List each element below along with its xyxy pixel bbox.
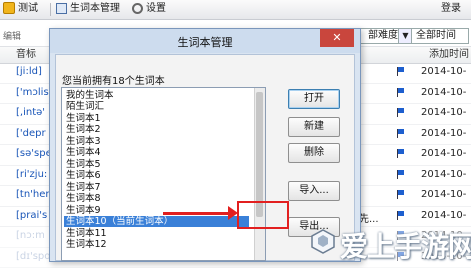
list-item[interactable]: 生词本2 [64, 124, 249, 135]
flag-icon[interactable] [397, 108, 404, 117]
scrollbar-thumb[interactable] [256, 92, 263, 217]
wordbook-list[interactable]: 我的生词本 陌生词汇 生词本1 生词本2 生词本3 生词本4 生词本5 生词本6… [61, 87, 266, 261]
wordbook-count-text: 您当前拥有18个生词本 [62, 72, 165, 87]
phonetic-cell: ['depr [16, 128, 46, 139]
list-item[interactable]: 生词本12 [64, 239, 249, 250]
difficulty-value: 部难度 [368, 29, 398, 43]
date-cell: 2014-10- [421, 66, 466, 77]
wordbook-manage-label: 生词本管理 [70, 3, 120, 14]
delete-button[interactable]: 删除 [288, 143, 340, 163]
list-scrollbar[interactable] [254, 88, 265, 260]
date-cell: 2014-10- [421, 107, 466, 118]
annotation-arrow-line [163, 212, 233, 215]
phonetic-cell: [tn'her [16, 189, 50, 200]
list-item[interactable]: 生词本4 [64, 147, 249, 158]
phonetic-cell: [prai's [16, 210, 47, 221]
dialog-titlebar[interactable]: 生词本管理 ✕ [50, 29, 360, 53]
list-item[interactable]: 生词本3 [64, 136, 249, 147]
top-toolbar: 测试 生词本管理 设置 登录 [0, 0, 471, 20]
phonetic-cell: [,intə' [16, 107, 45, 118]
list-item[interactable]: 生词本8 [64, 193, 249, 204]
list-item[interactable]: 生词本1 [64, 113, 249, 124]
flag-icon[interactable] [397, 149, 404, 158]
date-cell: 2014-10- [421, 169, 466, 180]
list-item[interactable]: 生词本6 [64, 170, 249, 181]
list-item[interactable]: 生词本7 [64, 182, 249, 193]
date-cell: 2014-10- [421, 128, 466, 139]
flag-icon[interactable] [397, 170, 404, 179]
toolbar-divider [50, 3, 51, 16]
list-item[interactable]: 陌生词汇 [64, 101, 249, 112]
flag-icon[interactable] [397, 129, 404, 138]
dialog-title: 生词本管理 [50, 34, 360, 50]
export-highlight-box [237, 201, 289, 229]
date-cell: 2014-10- [421, 148, 466, 159]
date-cell: 2014-10- [421, 210, 466, 221]
login-link[interactable]: 登录 [441, 2, 461, 16]
flag-icon[interactable] [397, 67, 404, 76]
wordbook-icon [56, 3, 67, 14]
watermark-text: 爱上手游网 [340, 225, 471, 265]
column-header-phonetic[interactable]: 音标 [16, 48, 36, 62]
list-item-selected[interactable]: 生词本10（当前生词本） [64, 216, 249, 227]
watermark: 爱上手游网 [308, 222, 471, 260]
time-select[interactable]: 全部时间 [411, 28, 469, 44]
phonetic-cell: ['mɔlis [16, 87, 49, 98]
flag-icon[interactable] [397, 88, 404, 97]
close-button[interactable]: ✕ [320, 29, 354, 47]
test-tool[interactable]: 测试 [3, 2, 38, 16]
settings-tool[interactable]: 设置 [132, 2, 166, 16]
list-item[interactable]: 生词本5 [64, 159, 249, 170]
phonetic-cell: [ri'zju: [16, 169, 47, 180]
column-header-added-time[interactable]: 添加时间 [429, 48, 469, 62]
test-icon [3, 2, 15, 14]
import-button[interactable]: 导入... [288, 181, 340, 201]
chevron-down-icon[interactable]: ▼ [398, 29, 412, 43]
settings-label: 设置 [146, 3, 166, 14]
flag-icon[interactable] [397, 211, 404, 220]
test-label: 测试 [18, 3, 38, 14]
watermark-logo-icon [310, 228, 336, 254]
date-cell: 2014-10- [421, 87, 466, 98]
phonetic-cell: [nɔ:m [16, 230, 45, 241]
gear-icon [132, 3, 143, 14]
date-cell: 2014-10- [421, 189, 466, 200]
open-button[interactable]: 打开 [288, 89, 340, 109]
list-item[interactable]: 生词本11 [64, 228, 249, 239]
phonetic-cell: [ji:ld] [16, 66, 42, 77]
new-button[interactable]: 新建 [288, 117, 340, 137]
wordbook-manage-tool[interactable]: 生词本管理 [56, 2, 120, 16]
phonetic-cell: [sə'spe [16, 148, 52, 159]
flag-icon[interactable] [397, 190, 404, 199]
edit-label[interactable]: 编辑 [0, 30, 53, 44]
list-item[interactable]: 我的生词本 [64, 90, 249, 101]
